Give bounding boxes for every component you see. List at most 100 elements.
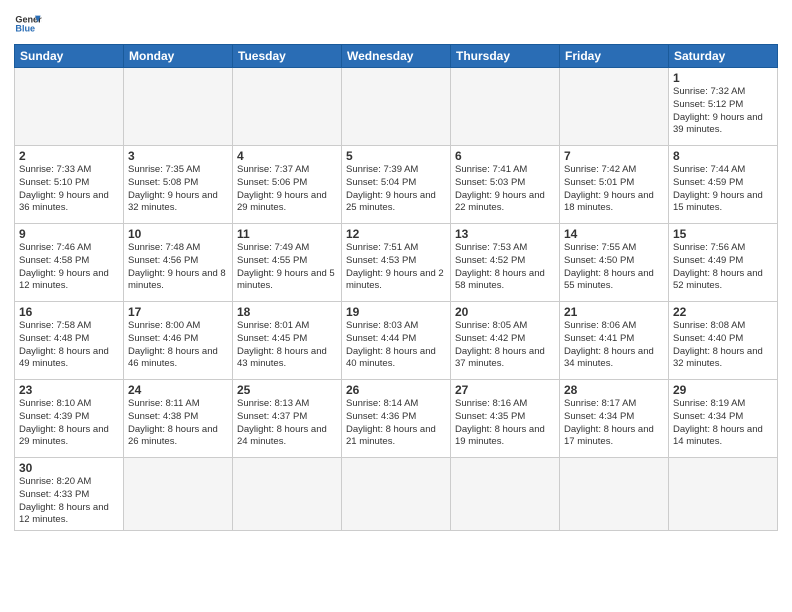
day-info: Sunrise: 8:06 AM Sunset: 4:41 PM Dayligh… <box>564 320 664 371</box>
calendar-cell: 22Sunrise: 8:08 AM Sunset: 4:40 PM Dayli… <box>669 302 778 380</box>
calendar-cell <box>15 68 124 146</box>
day-number: 20 <box>455 305 555 319</box>
calendar-cell: 21Sunrise: 8:06 AM Sunset: 4:41 PM Dayli… <box>560 302 669 380</box>
day-number: 16 <box>19 305 119 319</box>
day-info: Sunrise: 8:20 AM Sunset: 4:33 PM Dayligh… <box>19 476 119 527</box>
calendar-cell: 14Sunrise: 7:55 AM Sunset: 4:50 PM Dayli… <box>560 224 669 302</box>
weekday-header-sunday: Sunday <box>15 45 124 68</box>
calendar-row-1: 1Sunrise: 7:32 AM Sunset: 5:12 PM Daylig… <box>15 68 778 146</box>
day-number: 13 <box>455 227 555 241</box>
day-info: Sunrise: 8:19 AM Sunset: 4:34 PM Dayligh… <box>673 398 773 449</box>
page-header: General Blue <box>14 10 778 38</box>
weekday-header-wednesday: Wednesday <box>342 45 451 68</box>
calendar-cell: 15Sunrise: 7:56 AM Sunset: 4:49 PM Dayli… <box>669 224 778 302</box>
day-info: Sunrise: 7:56 AM Sunset: 4:49 PM Dayligh… <box>673 242 773 293</box>
calendar-cell <box>124 68 233 146</box>
calendar-cell <box>451 68 560 146</box>
calendar-cell: 20Sunrise: 8:05 AM Sunset: 4:42 PM Dayli… <box>451 302 560 380</box>
calendar-cell <box>560 68 669 146</box>
day-number: 15 <box>673 227 773 241</box>
calendar-cell: 29Sunrise: 8:19 AM Sunset: 4:34 PM Dayli… <box>669 380 778 458</box>
weekday-header-saturday: Saturday <box>669 45 778 68</box>
day-number: 5 <box>346 149 446 163</box>
day-number: 29 <box>673 383 773 397</box>
day-info: Sunrise: 8:01 AM Sunset: 4:45 PM Dayligh… <box>237 320 337 371</box>
day-number: 24 <box>128 383 228 397</box>
calendar-cell <box>451 458 560 531</box>
day-number: 30 <box>19 461 119 475</box>
calendar-cell: 13Sunrise: 7:53 AM Sunset: 4:52 PM Dayli… <box>451 224 560 302</box>
day-info: Sunrise: 7:42 AM Sunset: 5:01 PM Dayligh… <box>564 164 664 215</box>
day-info: Sunrise: 7:48 AM Sunset: 4:56 PM Dayligh… <box>128 242 228 293</box>
day-number: 10 <box>128 227 228 241</box>
calendar-cell: 10Sunrise: 7:48 AM Sunset: 4:56 PM Dayli… <box>124 224 233 302</box>
day-info: Sunrise: 8:05 AM Sunset: 4:42 PM Dayligh… <box>455 320 555 371</box>
calendar-cell: 12Sunrise: 7:51 AM Sunset: 4:53 PM Dayli… <box>342 224 451 302</box>
day-info: Sunrise: 8:08 AM Sunset: 4:40 PM Dayligh… <box>673 320 773 371</box>
day-number: 12 <box>346 227 446 241</box>
calendar-cell: 6Sunrise: 7:41 AM Sunset: 5:03 PM Daylig… <box>451 146 560 224</box>
day-number: 21 <box>564 305 664 319</box>
calendar-cell: 24Sunrise: 8:11 AM Sunset: 4:38 PM Dayli… <box>124 380 233 458</box>
day-info: Sunrise: 7:33 AM Sunset: 5:10 PM Dayligh… <box>19 164 119 215</box>
calendar-cell: 23Sunrise: 8:10 AM Sunset: 4:39 PM Dayli… <box>15 380 124 458</box>
day-info: Sunrise: 8:17 AM Sunset: 4:34 PM Dayligh… <box>564 398 664 449</box>
calendar-cell <box>560 458 669 531</box>
day-info: Sunrise: 8:16 AM Sunset: 4:35 PM Dayligh… <box>455 398 555 449</box>
day-info: Sunrise: 7:37 AM Sunset: 5:06 PM Dayligh… <box>237 164 337 215</box>
day-info: Sunrise: 7:49 AM Sunset: 4:55 PM Dayligh… <box>237 242 337 293</box>
day-info: Sunrise: 8:03 AM Sunset: 4:44 PM Dayligh… <box>346 320 446 371</box>
calendar-cell: 4Sunrise: 7:37 AM Sunset: 5:06 PM Daylig… <box>233 146 342 224</box>
calendar-cell <box>233 68 342 146</box>
day-info: Sunrise: 7:51 AM Sunset: 4:53 PM Dayligh… <box>346 242 446 293</box>
calendar-row-3: 9Sunrise: 7:46 AM Sunset: 4:58 PM Daylig… <box>15 224 778 302</box>
svg-text:Blue: Blue <box>15 24 35 34</box>
calendar-row-4: 16Sunrise: 7:58 AM Sunset: 4:48 PM Dayli… <box>15 302 778 380</box>
day-number: 22 <box>673 305 773 319</box>
calendar-cell: 25Sunrise: 8:13 AM Sunset: 4:37 PM Dayli… <box>233 380 342 458</box>
calendar-cell: 17Sunrise: 8:00 AM Sunset: 4:46 PM Dayli… <box>124 302 233 380</box>
day-number: 7 <box>564 149 664 163</box>
day-info: Sunrise: 7:44 AM Sunset: 4:59 PM Dayligh… <box>673 164 773 215</box>
day-number: 2 <box>19 149 119 163</box>
calendar-cell <box>233 458 342 531</box>
logo-icon: General Blue <box>14 10 42 38</box>
weekday-header-monday: Monday <box>124 45 233 68</box>
calendar-cell: 11Sunrise: 7:49 AM Sunset: 4:55 PM Dayli… <box>233 224 342 302</box>
day-number: 8 <box>673 149 773 163</box>
calendar-cell: 7Sunrise: 7:42 AM Sunset: 5:01 PM Daylig… <box>560 146 669 224</box>
calendar-cell: 28Sunrise: 8:17 AM Sunset: 4:34 PM Dayli… <box>560 380 669 458</box>
day-info: Sunrise: 7:35 AM Sunset: 5:08 PM Dayligh… <box>128 164 228 215</box>
day-number: 26 <box>346 383 446 397</box>
calendar-cell <box>124 458 233 531</box>
calendar-cell: 8Sunrise: 7:44 AM Sunset: 4:59 PM Daylig… <box>669 146 778 224</box>
calendar-cell <box>342 458 451 531</box>
calendar-row-5: 23Sunrise: 8:10 AM Sunset: 4:39 PM Dayli… <box>15 380 778 458</box>
day-number: 4 <box>237 149 337 163</box>
day-info: Sunrise: 7:46 AM Sunset: 4:58 PM Dayligh… <box>19 242 119 293</box>
day-number: 27 <box>455 383 555 397</box>
calendar-cell <box>342 68 451 146</box>
day-number: 19 <box>346 305 446 319</box>
day-info: Sunrise: 8:00 AM Sunset: 4:46 PM Dayligh… <box>128 320 228 371</box>
day-info: Sunrise: 7:55 AM Sunset: 4:50 PM Dayligh… <box>564 242 664 293</box>
calendar-cell: 1Sunrise: 7:32 AM Sunset: 5:12 PM Daylig… <box>669 68 778 146</box>
day-number: 9 <box>19 227 119 241</box>
day-info: Sunrise: 7:39 AM Sunset: 5:04 PM Dayligh… <box>346 164 446 215</box>
day-info: Sunrise: 7:41 AM Sunset: 5:03 PM Dayligh… <box>455 164 555 215</box>
day-number: 1 <box>673 71 773 85</box>
day-info: Sunrise: 7:58 AM Sunset: 4:48 PM Dayligh… <box>19 320 119 371</box>
day-info: Sunrise: 8:10 AM Sunset: 4:39 PM Dayligh… <box>19 398 119 449</box>
weekday-header-thursday: Thursday <box>451 45 560 68</box>
calendar-table: SundayMondayTuesdayWednesdayThursdayFrid… <box>14 44 778 531</box>
day-number: 11 <box>237 227 337 241</box>
day-info: Sunrise: 8:13 AM Sunset: 4:37 PM Dayligh… <box>237 398 337 449</box>
day-info: Sunrise: 8:14 AM Sunset: 4:36 PM Dayligh… <box>346 398 446 449</box>
day-info: Sunrise: 7:32 AM Sunset: 5:12 PM Dayligh… <box>673 86 773 137</box>
calendar-cell: 19Sunrise: 8:03 AM Sunset: 4:44 PM Dayli… <box>342 302 451 380</box>
day-number: 3 <box>128 149 228 163</box>
weekday-header-friday: Friday <box>560 45 669 68</box>
calendar-cell: 9Sunrise: 7:46 AM Sunset: 4:58 PM Daylig… <box>15 224 124 302</box>
calendar-cell: 18Sunrise: 8:01 AM Sunset: 4:45 PM Dayli… <box>233 302 342 380</box>
calendar-cell <box>669 458 778 531</box>
